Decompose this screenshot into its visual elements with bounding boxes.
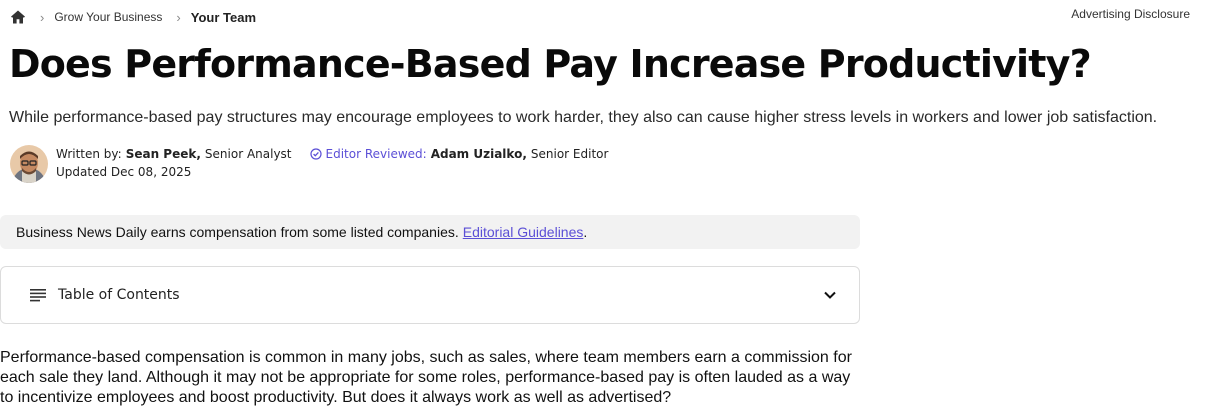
avatar[interactable] <box>10 145 48 183</box>
home-icon <box>11 10 25 24</box>
author-byline: Written by: Sean Peek, Senior Analyst Ed… <box>10 145 608 183</box>
editor-role: Senior Editor <box>530 147 609 161</box>
editor-reviewed-label: Editor Reviewed: <box>325 147 427 161</box>
disclaimer-period: . <box>583 224 588 240</box>
written-by-label: Written by: <box>56 147 122 161</box>
editor-name[interactable]: Adam Uzialko, <box>431 145 527 163</box>
chevron-down-icon[interactable] <box>823 288 837 302</box>
page-title: Does Performance-Based Pay Increase Prod… <box>9 42 1092 86</box>
table-of-contents-label: Table of Contents <box>58 287 180 303</box>
article-body-paragraph: Performance-based compensation is common… <box>0 349 852 406</box>
advertising-disclosure-link[interactable]: Advertising Disclosure <box>1071 7 1190 21</box>
article-subtitle: While performance-based pay structures m… <box>9 109 1158 126</box>
breadcrumb: › Grow Your Business › Your Team <box>10 8 256 26</box>
verified-check-icon <box>309 148 322 160</box>
compensation-disclaimer: Business News Daily earns compensation f… <box>0 215 860 249</box>
home-link[interactable] <box>10 9 26 25</box>
breadcrumb-item-grow-your-business[interactable]: Grow Your Business <box>54 10 162 24</box>
table-of-contents-toggle[interactable]: Table of Contents <box>0 266 860 324</box>
editor-reviewed-badge: Editor Reviewed: <box>309 145 427 163</box>
breadcrumb-item-your-team[interactable]: Your Team <box>191 10 256 25</box>
editorial-guidelines-link[interactable]: Editorial Guidelines <box>463 224 584 240</box>
chevron-right-icon: › <box>176 9 181 25</box>
author-role: Senior Analyst <box>204 147 292 161</box>
chevron-right-icon: › <box>40 9 45 25</box>
updated-date: Updated Dec 08, 2025 <box>56 165 192 179</box>
author-name[interactable]: Sean Peek, <box>126 145 201 163</box>
disclaimer-text: Business News Daily earns compensation f… <box>16 224 459 240</box>
list-icon <box>30 289 46 302</box>
